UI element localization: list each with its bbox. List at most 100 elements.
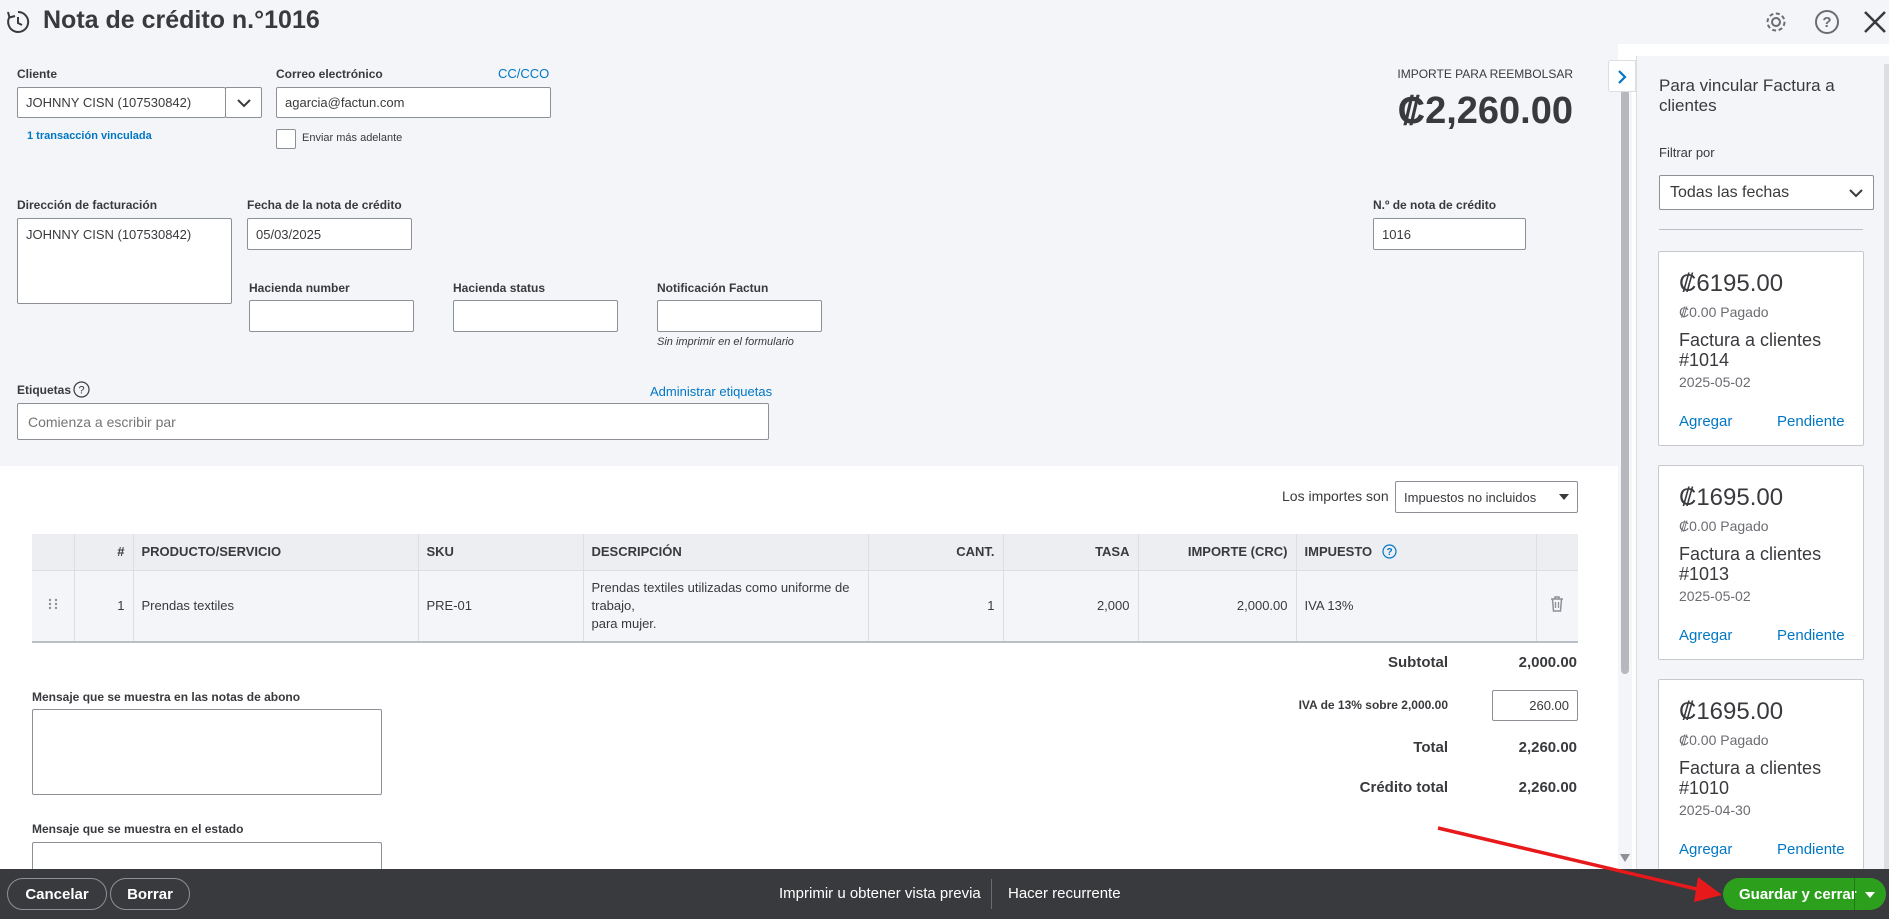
card-amount: ₡1695.00 — [1679, 698, 1784, 725]
save-and-close-label[interactable]: Guardar y cerrar — [1739, 886, 1857, 903]
chevron-down-icon — [236, 98, 251, 107]
trash-icon[interactable] — [1550, 596, 1564, 612]
hacienda-number-label: Hacienda number — [249, 281, 350, 295]
credit-number-input[interactable]: 1016 — [1373, 218, 1526, 250]
main-scrollbar-thumb[interactable] — [1621, 90, 1629, 674]
card-paid: ₡0.00 Pagado — [1679, 518, 1769, 534]
statement-message-label: Mensaje que se muestra en el estado — [32, 822, 244, 836]
cell-amount[interactable]: 2,000.00 — [1138, 569, 1297, 643]
drag-handle[interactable] — [32, 569, 75, 643]
invoice-card: ₡6195.00 ₡0.00 Pagado Factura a clientes… — [1658, 251, 1864, 446]
subtotal-label: Subtotal — [1388, 654, 1448, 671]
scroll-down-icon[interactable] — [1620, 854, 1630, 862]
total-value: 2,260.00 — [1518, 739, 1577, 756]
cell-number: 1 — [74, 569, 134, 643]
email-label: Correo electrónico — [276, 67, 383, 81]
make-recurring-link[interactable]: Hacer recurrente — [1008, 885, 1121, 902]
caret-down-icon — [1559, 494, 1569, 500]
cell-sku[interactable]: PRE-01 — [418, 569, 584, 643]
refund-label: IMPORTE PARA REEMBOLSAR — [1397, 67, 1573, 81]
credit-date-input[interactable]: 05/03/2025 — [247, 218, 412, 250]
cell-tax[interactable]: IVA 13% — [1296, 569, 1537, 643]
email-input[interactable]: agarcia@factun.com — [276, 87, 551, 118]
save-and-close-split-button[interactable]: Guardar y cerrar — [1723, 878, 1886, 910]
delete-row-cell[interactable] — [1536, 569, 1578, 643]
refund-amount: ₡2,260.00 — [1397, 90, 1573, 132]
card-add-link[interactable]: Agregar — [1679, 841, 1732, 858]
iva-input[interactable]: 260.00 — [1492, 690, 1578, 721]
svg-text:?: ? — [1822, 14, 1831, 31]
svg-text:?: ? — [1386, 547, 1392, 558]
chevron-down-icon — [1849, 188, 1863, 197]
card-add-link[interactable]: Agregar — [1679, 413, 1732, 430]
manage-tags-link[interactable]: Administrar etiquetas — [650, 384, 772, 399]
notificacion-label: Notificación Factun — [657, 281, 769, 295]
card-pending-link[interactable]: Pendiente — [1777, 413, 1845, 430]
help-icon[interactable]: ? — [73, 381, 90, 398]
send-later-checkbox[interactable] — [276, 129, 296, 149]
gear-icon[interactable] — [1761, 7, 1791, 37]
column-header-description: DESCRIPCIÓN — [583, 534, 869, 570]
customer-label: Cliente — [17, 67, 58, 81]
statement-message-textarea[interactable] — [32, 842, 382, 869]
cell-product[interactable]: Prendas textiles — [133, 569, 419, 643]
card-paid: ₡0.00 Pagado — [1679, 304, 1769, 320]
card-pending-link[interactable]: Pendiente — [1777, 627, 1845, 644]
billing-address-label: Dirección de facturación — [17, 198, 158, 212]
column-header-rate: TASA — [1003, 534, 1139, 570]
table-row[interactable]: 1 Prendas textiles PRE-01 Prendas textil… — [32, 569, 1578, 643]
help-icon[interactable]: ? — [1812, 7, 1842, 37]
page-title: Nota de crédito n.°1016 — [43, 6, 320, 34]
credit-number-label: N.º de nota de crédito — [1373, 198, 1497, 212]
tags-input[interactable] — [17, 403, 769, 440]
send-later-label: Enviar más adelante — [302, 132, 403, 144]
table-header-row: # PRODUCTO/SERVICIO SKU DESCRIPCIÓN CANT… — [32, 534, 1578, 570]
hacienda-status-input[interactable] — [453, 300, 618, 332]
caret-down-icon[interactable] — [1865, 892, 1875, 898]
delete-button[interactable]: Borrar — [110, 878, 190, 910]
chevron-right-icon — [1618, 70, 1627, 84]
customer-input[interactable]: JOHNNY CISN (107530842) — [17, 87, 226, 118]
billing-address-input[interactable]: JOHNNY CISN (107530842) — [17, 218, 232, 304]
filter-select[interactable]: Todas las fechas — [1659, 175, 1874, 210]
cell-rate[interactable]: 2,000 — [1003, 569, 1139, 643]
line-items-table: # PRODUCTO/SERVICIO SKU DESCRIPCIÓN CANT… — [32, 534, 1578, 643]
cell-quantity[interactable]: 1 — [868, 569, 1004, 643]
card-paid: ₡0.00 Pagado — [1679, 732, 1769, 748]
credit-total-value: 2,260.00 — [1518, 779, 1577, 796]
card-date: 2025-05-02 — [1679, 588, 1751, 604]
drag-column-header — [32, 534, 75, 570]
card-date: 2025-05-02 — [1679, 374, 1751, 390]
main-scrollbar[interactable] — [1618, 60, 1632, 870]
hacienda-number-input[interactable] — [249, 300, 414, 332]
cell-description[interactable]: Prendas textiles utilizadas como uniform… — [583, 569, 869, 643]
card-invoice: Factura a clientes #1014 — [1679, 330, 1822, 370]
credit-date-label: Fecha de la nota de crédito — [247, 198, 402, 212]
notes-message-label: Mensaje que se muestra en las notas de a… — [32, 690, 301, 704]
cc-bcc-link[interactable]: CC/CCO — [498, 66, 549, 81]
svg-text:?: ? — [78, 385, 84, 397]
customer-dropdown-button[interactable] — [225, 87, 262, 118]
column-header-quantity: CANT. — [868, 534, 1004, 570]
print-preview-link[interactable]: Imprimir u obtener vista previa — [779, 885, 981, 902]
notificacion-hint: Sin imprimir en el formulario — [657, 336, 794, 348]
card-invoice: Factura a clientes #1013 — [1679, 544, 1822, 584]
amounts-label: Los importes son — [1282, 488, 1389, 504]
column-header-amount: IMPORTE (CRC) — [1138, 534, 1297, 570]
card-pending-link[interactable]: Pendiente — [1777, 841, 1845, 858]
card-add-link[interactable]: Agregar — [1679, 627, 1732, 644]
card-amount: ₡6195.00 — [1679, 270, 1784, 297]
iva-label: IVA de 13% sobre 2,000.00 — [1298, 698, 1448, 712]
history-icon[interactable] — [4, 8, 32, 36]
help-icon[interactable]: ? — [1382, 544, 1397, 559]
panel-scrollbar[interactable] — [1884, 64, 1889, 869]
footer-bar: Cancelar Borrar Imprimir u obtener vista… — [0, 869, 1889, 919]
notificacion-input[interactable] — [657, 300, 822, 332]
panel-toggle-button[interactable] — [1608, 60, 1636, 92]
amounts-select[interactable]: Impuestos no incluidos — [1395, 481, 1578, 513]
filter-label: Filtrar por — [1659, 145, 1715, 160]
linked-transaction-link[interactable]: 1 transacción vinculada — [27, 130, 152, 142]
close-icon[interactable] — [1860, 7, 1889, 37]
notes-message-textarea[interactable] — [32, 709, 382, 795]
cancel-button[interactable]: Cancelar — [7, 878, 107, 910]
